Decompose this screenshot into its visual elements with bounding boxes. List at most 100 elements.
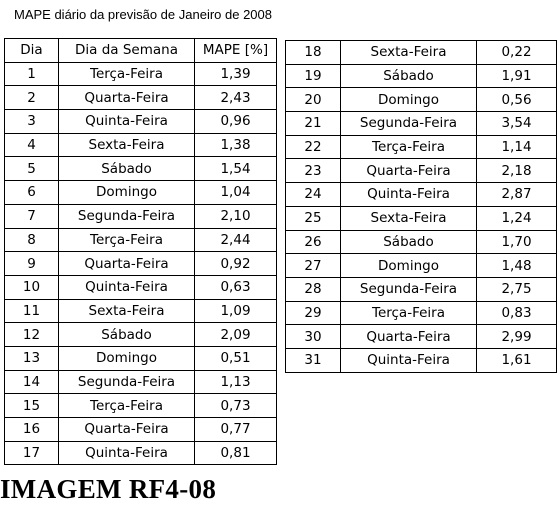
cell-mape: 0,81	[194, 440, 277, 466]
cell-day: 14	[4, 369, 59, 395]
table-row: 4 Sexta-Feira 1,38	[4, 132, 277, 158]
cell-day: 11	[4, 298, 59, 324]
cell-mape: 1,54	[194, 156, 277, 182]
cell-mape: 2,99	[476, 324, 557, 349]
cell-day: 26	[285, 229, 341, 255]
cell-mape: 0,83	[476, 300, 557, 326]
cell-mape: 2,75	[476, 276, 557, 302]
mape-table-right: 18 Sexta-Feira 0,22 19 Sábado 1,91 20 Domingo 0,…	[285, 40, 557, 373]
cell-mape: 1,04	[194, 180, 277, 205]
cell-weekday: Terça-Feira	[58, 61, 195, 87]
cell-mape: 1,61	[476, 347, 557, 373]
cell-day: 24	[285, 182, 341, 207]
cell-mape: 3,54	[476, 111, 557, 136]
table-row: 8 Terça-Feira 2,44	[4, 227, 277, 253]
cell-weekday: Domingo	[58, 345, 195, 371]
table-row: 6 Domingo 1,04	[4, 180, 277, 205]
cell-weekday: Sábado	[58, 156, 195, 182]
table-row: 12 Sábado 2,09	[4, 322, 277, 347]
cell-weekday: Terça-Feira	[340, 134, 477, 160]
cell-day: 13	[4, 345, 59, 371]
table-row: 15 Terça-Feira 0,73	[4, 393, 277, 418]
table-row: 19 Sábado 1,91	[285, 63, 557, 89]
cell-mape: 2,18	[476, 158, 557, 184]
cell-weekday: Domingo	[340, 253, 477, 278]
cell-mape: 1,13	[194, 369, 277, 395]
cell-mape: 1,48	[476, 253, 557, 278]
table-row: 7 Segunda-Feira 2,10	[4, 203, 277, 229]
cell-mape: 0,77	[194, 417, 277, 442]
cell-day: 12	[4, 322, 59, 347]
cell-weekday: Quarta-Feira	[58, 417, 195, 442]
cell-weekday: Domingo	[340, 87, 477, 113]
cell-weekday: Domingo	[58, 180, 195, 205]
table-row: 26 Sábado 1,70	[285, 229, 557, 255]
cell-day: 5	[4, 156, 59, 182]
table-row: 3 Quinta-Feira 0,96	[4, 109, 277, 134]
header-row: Dia Dia da Semana MAPE [%]	[4, 38, 277, 63]
cell-day: 6	[4, 180, 59, 205]
table-row: 1 Terça-Feira 1,39	[4, 61, 277, 87]
table-row: 16 Quarta-Feira 0,77	[4, 417, 277, 442]
cell-weekday: Quarta-Feira	[340, 324, 477, 349]
cell-day: 31	[285, 347, 341, 373]
cell-day: 4	[4, 132, 59, 158]
cell-mape: 2,10	[194, 203, 277, 229]
cell-mape: 0,22	[476, 40, 557, 65]
cell-weekday: Sexta-Feira	[58, 132, 195, 158]
table-row: 5 Sábado 1,54	[4, 156, 277, 182]
cell-weekday: Quinta-Feira	[340, 182, 477, 207]
cell-day: 19	[285, 63, 341, 89]
table-row: 22 Terça-Feira 1,14	[285, 134, 557, 160]
table-row: 14 Segunda-Feira 1,13	[4, 369, 277, 395]
cell-mape: 0,92	[194, 251, 277, 276]
cell-weekday: Quarta-Feira	[340, 158, 477, 184]
cell-day: 28	[285, 276, 341, 302]
table-row: 2 Quarta-Feira 2,43	[4, 85, 277, 111]
cell-weekday: Quinta-Feira	[58, 440, 195, 466]
cell-mape: 0,51	[194, 345, 277, 371]
cell-mape: 1,24	[476, 205, 557, 231]
table-row: 23 Quarta-Feira 2,18	[285, 158, 557, 184]
table-row: 29 Terça-Feira 0,83	[285, 300, 557, 326]
cell-mape: 0,56	[476, 87, 557, 113]
cell-mape: 1,91	[476, 63, 557, 89]
image-caption: IMAGEM RF4-08	[0, 474, 217, 504]
cell-day: 3	[4, 109, 59, 134]
cell-mape: 1,09	[194, 298, 277, 324]
cell-mape: 1,39	[194, 61, 277, 87]
cell-weekday: Sexta-Feira	[340, 205, 477, 231]
mape-table-left: Dia Dia da Semana MAPE [%] 1 Terça-Feira 1…	[4, 38, 277, 466]
cell-mape: 2,09	[194, 322, 277, 347]
cell-day: 1	[4, 61, 59, 87]
cell-mape: 1,70	[476, 229, 557, 255]
cell-day: 20	[285, 87, 341, 113]
cell-mape: 0,73	[194, 393, 277, 418]
cell-weekday: Terça-Feira	[58, 227, 195, 253]
cell-mape: 1,14	[476, 134, 557, 160]
cell-day: 16	[4, 417, 59, 442]
cell-day: 23	[285, 158, 341, 184]
cell-mape: 0,96	[194, 109, 277, 134]
cell-day: 8	[4, 227, 59, 253]
cell-weekday: Quarta-Feira	[58, 251, 195, 276]
cell-day: 29	[285, 300, 341, 326]
cell-weekday: Segunda-Feira	[58, 203, 195, 229]
cell-day: 9	[4, 251, 59, 276]
header-mape: MAPE [%]	[194, 38, 277, 63]
cell-day: 17	[4, 440, 59, 466]
cell-weekday: Segunda-Feira	[340, 276, 477, 302]
table-row: 17 Quinta-Feira 0,81	[4, 440, 277, 466]
cell-day: 22	[285, 134, 341, 160]
cell-day: 15	[4, 393, 59, 418]
cell-day: 10	[4, 274, 59, 300]
table-title: MAPE diário da previsão de Janeiro de 20…	[14, 7, 272, 22]
cell-weekday: Sábado	[340, 63, 477, 89]
table-row: 9 Quarta-Feira 0,92	[4, 251, 277, 276]
cell-weekday: Sábado	[58, 322, 195, 347]
cell-weekday: Quinta-Feira	[58, 109, 195, 134]
cell-day: 2	[4, 85, 59, 111]
cell-weekday: Quinta-Feira	[58, 274, 195, 300]
table-row: 10 Quinta-Feira 0,63	[4, 274, 277, 300]
cell-day: 7	[4, 203, 59, 229]
